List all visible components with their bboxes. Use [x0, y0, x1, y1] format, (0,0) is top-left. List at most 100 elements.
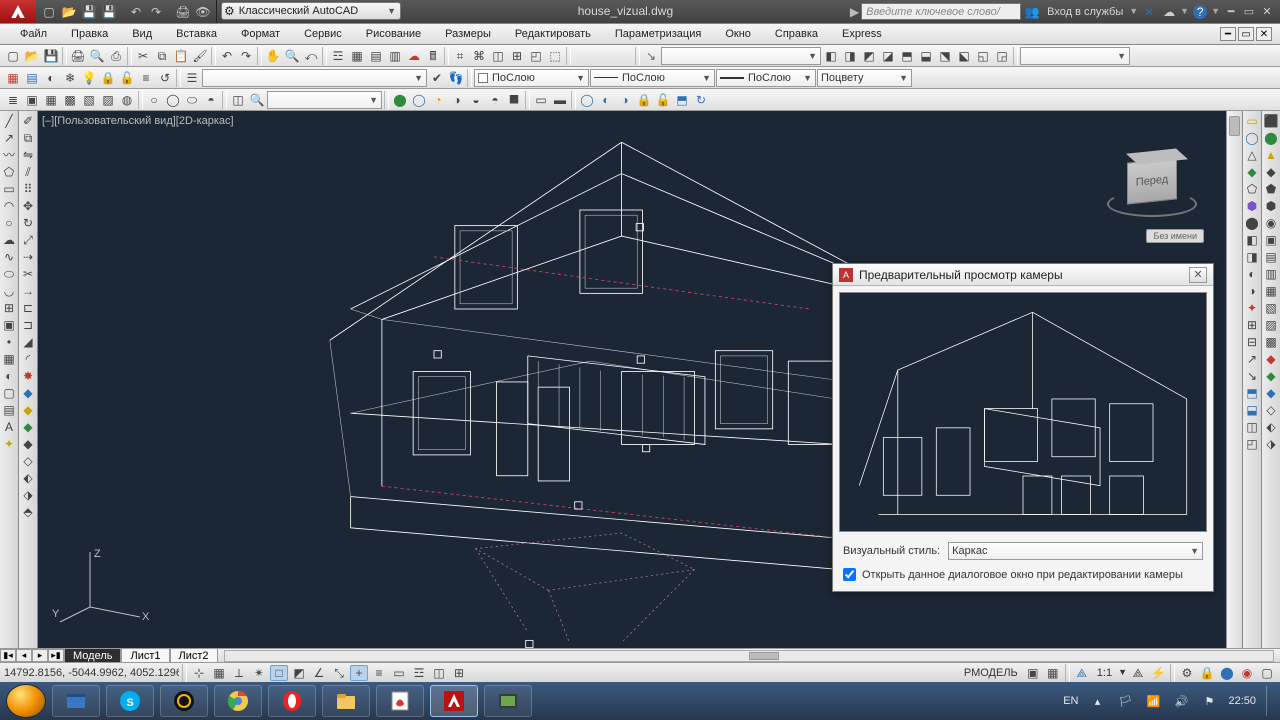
tool-icon[interactable]: ◧ — [1244, 232, 1260, 248]
tool-icon[interactable]: ◇ — [1263, 402, 1279, 418]
signin-label[interactable]: Вход в службы — [1043, 6, 1127, 18]
tool-icon[interactable]: ⬢ — [1263, 198, 1279, 214]
task-pdf[interactable] — [376, 685, 424, 717]
plot-preview-icon[interactable]: 👁 — [194, 3, 212, 21]
chevron-down-icon[interactable]: ▼ — [1118, 668, 1127, 677]
window-close-button[interactable]: ✕ — [1258, 3, 1276, 21]
anno-scale-icon[interactable]: ⟁ — [1073, 665, 1091, 681]
am-icon[interactable]: ⊞ — [450, 665, 468, 681]
tool-icon[interactable]: ⬒ — [898, 47, 916, 65]
tray-clock[interactable]: 22:50 — [1228, 695, 1256, 707]
hardware-accel-icon[interactable]: ⬤ — [1218, 665, 1236, 681]
tool-icon[interactable]: ◧ — [822, 47, 840, 65]
tool-icon[interactable]: ◰ — [527, 47, 545, 65]
tool-icon[interactable]: ▦ — [42, 91, 60, 109]
tool-icon[interactable]: ⬢ — [1244, 198, 1260, 214]
tool-icon[interactable]: ≣ — [4, 91, 22, 109]
task-explorer[interactable] — [52, 685, 100, 717]
zoom-prev-icon[interactable]: ⤺ — [302, 47, 320, 65]
new-icon[interactable]: ▢ — [4, 47, 22, 65]
tool-icon[interactable]: ⬟ — [1263, 181, 1279, 197]
explode-icon[interactable]: ✸ — [20, 368, 36, 384]
help-icon[interactable]: ? — [1191, 3, 1209, 21]
tool-icon[interactable]: ⊞ — [508, 47, 526, 65]
tool-icon[interactable]: ⌗ — [451, 47, 469, 65]
tool-icon[interactable]: ▥ — [1263, 266, 1279, 282]
tray-action-icon[interactable]: ⚑ — [1200, 692, 1218, 710]
grid-disp-icon[interactable]: ▦ — [1044, 665, 1062, 681]
viewcube[interactable]: Перед — [1102, 141, 1202, 221]
vertical-scrollbar[interactable] — [1226, 111, 1242, 648]
exchange-icon[interactable]: ✕ — [1140, 3, 1158, 21]
tab-model[interactable]: Модель — [64, 649, 121, 663]
tool-icon[interactable]: ▦ — [1263, 283, 1279, 299]
layer-match-icon[interactable]: ≡ — [137, 69, 155, 87]
tool-icon[interactable]: ⬗ — [1263, 436, 1279, 452]
scale-icon[interactable]: ⤢ — [20, 232, 36, 248]
arc-icon[interactable]: ◠ — [1, 198, 17, 214]
tool-icon[interactable]: ◆ — [20, 436, 36, 452]
tool-icon[interactable]: ▬ — [551, 91, 569, 109]
point-icon[interactable]: • — [1, 334, 17, 350]
menu-draw[interactable]: Рисование — [354, 23, 433, 45]
tpy-icon[interactable]: ▭ — [390, 665, 408, 681]
color-combo[interactable]: ПоСлою▼ — [474, 69, 589, 87]
tool-icon[interactable]: ◪ — [879, 47, 897, 65]
print-icon[interactable]: 🖨 — [69, 47, 87, 65]
hatch-icon[interactable]: ▦ — [1, 351, 17, 367]
tab-last-button[interactable]: ▸▮ — [48, 649, 64, 662]
layer-prev-icon[interactable]: ↺ — [156, 69, 174, 87]
save-icon[interactable]: 💾 — [80, 3, 98, 21]
chevron-down-icon[interactable]: ▼ — [1211, 7, 1220, 16]
tray-flag-icon[interactable]: 🏳 — [1116, 692, 1134, 710]
tool-icon[interactable]: ⌘ — [470, 47, 488, 65]
vp-scale-combo[interactable]: ▼ — [267, 91, 382, 109]
break-icon[interactable]: ⊏ — [20, 300, 36, 316]
osnap-icon[interactable]: □ — [270, 665, 288, 681]
tool-icon[interactable]: ◩ — [860, 47, 878, 65]
offset-icon[interactable]: ⫽ — [20, 164, 36, 180]
task-aimp[interactable] — [160, 685, 208, 717]
tool-icon[interactable]: ◒ — [467, 91, 485, 109]
lwt-icon[interactable]: ≡ — [370, 665, 388, 681]
chamfer-icon[interactable]: ◢ — [20, 334, 36, 350]
nav-combo[interactable]: ▼ — [1020, 47, 1130, 65]
open-on-edit-checkbox[interactable] — [843, 568, 856, 581]
layer-combo[interactable]: ▼ — [202, 69, 427, 87]
zoom-icon[interactable]: 🔍 — [283, 47, 301, 65]
undo-icon[interactable]: ↶ — [127, 3, 145, 21]
tool-icon[interactable]: ⬓ — [917, 47, 935, 65]
open-icon[interactable]: 📂 — [60, 3, 78, 21]
snap-mode-icon[interactable]: ⊹ — [190, 665, 208, 681]
tool-icon[interactable]: ⬤ — [1263, 130, 1279, 146]
spline-icon[interactable]: ∿ — [1, 249, 17, 265]
paste-icon[interactable]: 📋 — [172, 47, 190, 65]
print-icon[interactable]: 🖨 — [174, 3, 192, 21]
doc-close-button[interactable]: ✕ — [1256, 27, 1272, 41]
tool-icon[interactable]: ◓ — [486, 91, 504, 109]
tool-icon[interactable]: ▲ — [1263, 147, 1279, 163]
tool-icon[interactable]: ↻ — [692, 91, 710, 109]
region-icon[interactable]: ▢ — [1, 385, 17, 401]
window-restore-button[interactable]: ▭ — [1240, 3, 1258, 21]
horizontal-scrollbar[interactable] — [224, 650, 1274, 662]
otrack-icon[interactable]: ∠ — [310, 665, 328, 681]
tool-icon[interactable]: ▭ — [1244, 113, 1260, 129]
tool-icon[interactable]: ⬭ — [183, 91, 201, 109]
linetype-combo[interactable]: ПоСлою▼ — [590, 69, 715, 87]
properties-icon[interactable]: ☲ — [329, 47, 347, 65]
menu-format[interactable]: Формат — [229, 23, 292, 45]
tray-volume-icon[interactable]: 🔊 — [1172, 692, 1190, 710]
task-opera[interactable] — [268, 685, 316, 717]
tool-icon[interactable]: ▨ — [1263, 317, 1279, 333]
tool-icon[interactable]: ◐ — [597, 91, 615, 109]
ws-switch-icon[interactable]: ⚙ — [1178, 665, 1196, 681]
menu-tools[interactable]: Сервис — [292, 23, 354, 45]
layer-iso-icon[interactable]: ◐ — [42, 69, 60, 87]
space-label[interactable]: РМОДЕЛЬ — [960, 667, 1022, 679]
sc-icon[interactable]: ◫ — [430, 665, 448, 681]
tool-icon[interactable]: ⬔ — [936, 47, 954, 65]
block-icon[interactable]: ▣ — [1, 317, 17, 333]
tool-icon[interactable]: ↘ — [1244, 368, 1260, 384]
layer-filter-icon[interactable]: ☰ — [183, 69, 201, 87]
